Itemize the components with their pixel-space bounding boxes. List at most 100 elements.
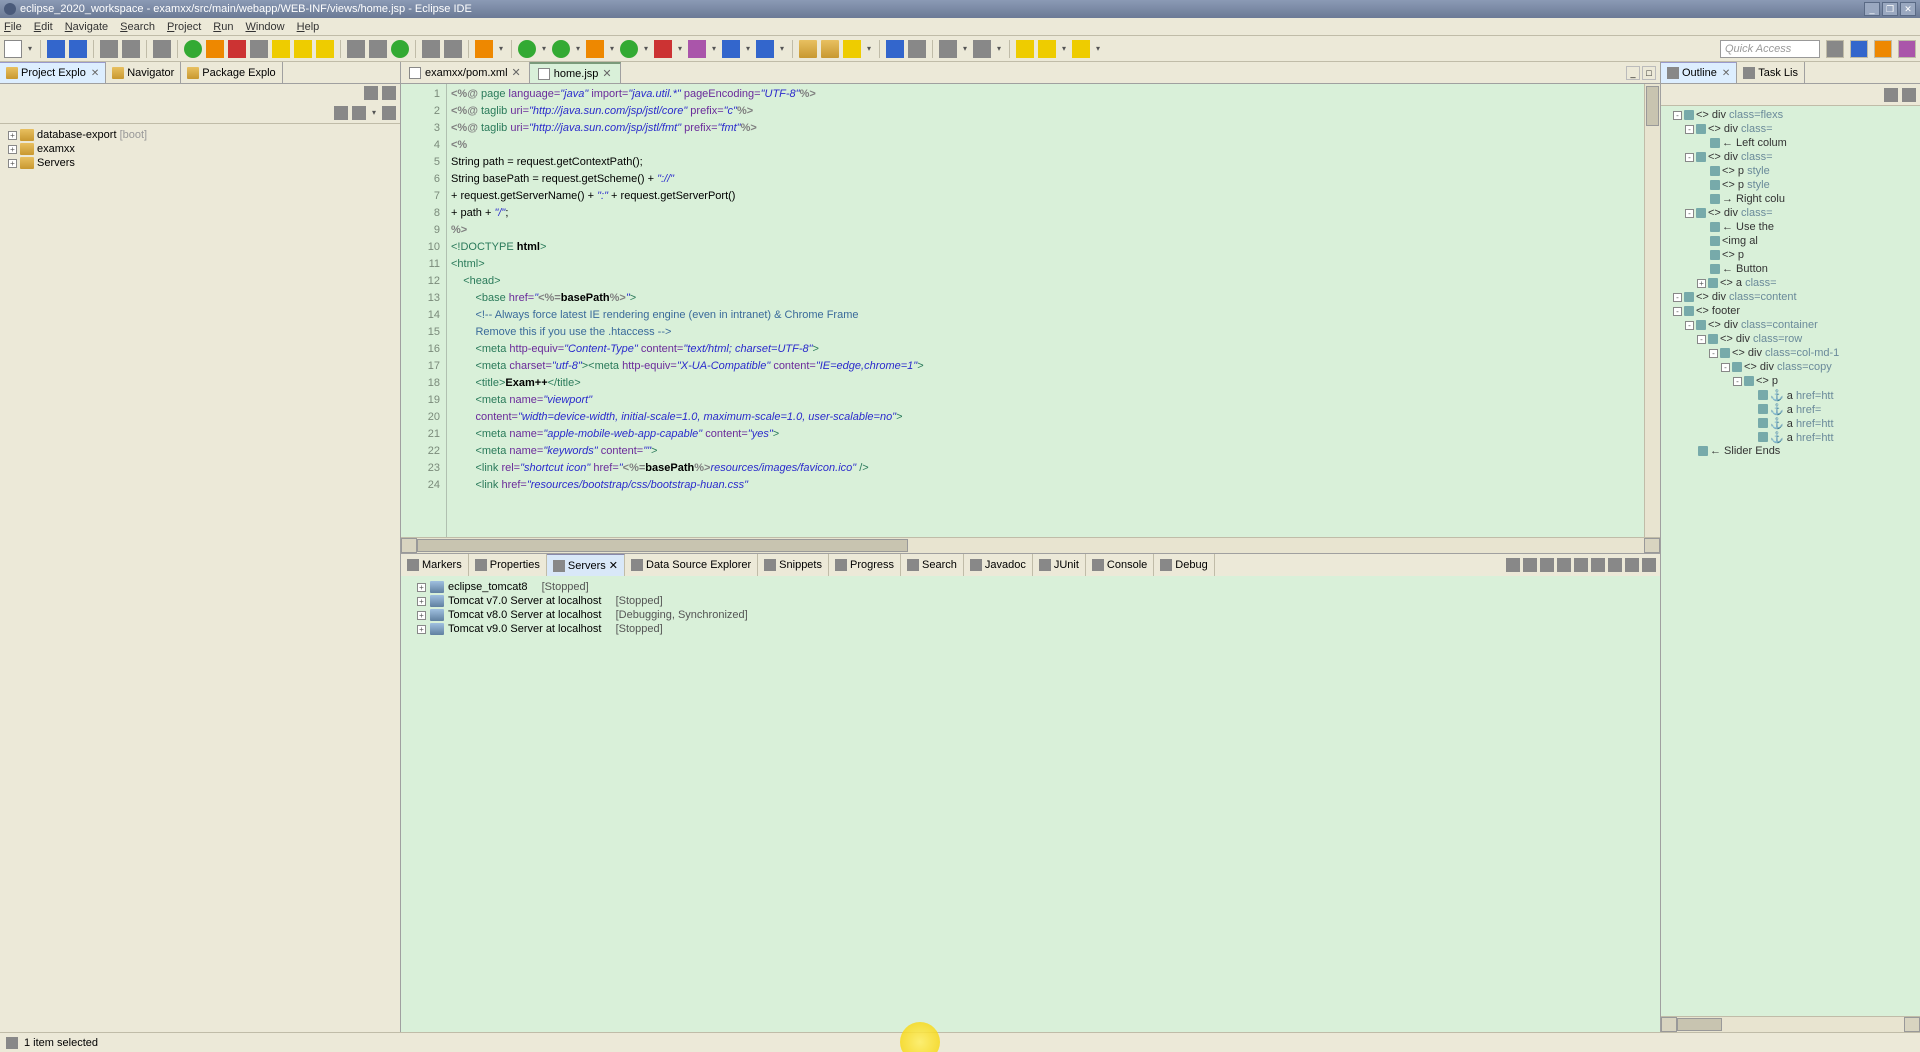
outline-item[interactable]: <img al (1663, 234, 1918, 248)
outline-item[interactable]: -<> p (1663, 374, 1918, 388)
use-step-filters-button[interactable] (369, 40, 387, 58)
coverage-button[interactable] (586, 40, 604, 58)
close-icon[interactable]: ✕ (512, 66, 521, 79)
outline-item[interactable]: → Right colu (1663, 192, 1918, 206)
editor-min-button[interactable]: _ (1626, 66, 1640, 80)
menu-run[interactable]: Run (213, 21, 233, 33)
terminate-button[interactable] (228, 40, 246, 58)
editor-tab[interactable]: home.jsp✕ (530, 62, 621, 83)
open-task-button[interactable] (821, 40, 839, 58)
outline-item[interactable]: ← Slider Ends (1663, 444, 1918, 458)
expand-icon[interactable]: - (1697, 335, 1706, 344)
server-item[interactable]: +eclipse_tomcat8 [Stopped] (405, 580, 1656, 594)
bottom-tab-snippets[interactable]: Snippets (758, 554, 829, 576)
expand-icon[interactable]: + (417, 597, 426, 606)
expand-icon[interactable]: + (417, 611, 426, 620)
resume-button[interactable] (184, 40, 202, 58)
expand-icon[interactable]: - (1721, 363, 1730, 372)
outline-item[interactable]: <> p style (1663, 164, 1918, 178)
view-tab-task lis[interactable]: Task Lis (1737, 62, 1805, 83)
outline-hscroll[interactable] (1661, 1016, 1920, 1032)
close-icon[interactable]: ✕ (91, 68, 99, 79)
new-class-button[interactable] (722, 40, 740, 58)
expand-icon[interactable]: + (8, 159, 17, 168)
outline-item[interactable]: ⚓ a href=htt (1663, 416, 1918, 430)
expand-icon[interactable]: + (417, 583, 426, 592)
maximize-button[interactable]: ❐ (1882, 2, 1898, 16)
bottom-tab-progress[interactable]: Progress (829, 554, 901, 576)
expand-icon[interactable]: - (1673, 307, 1682, 316)
expand-icon[interactable]: - (1709, 349, 1718, 358)
menu-edit[interactable]: Edit (34, 21, 53, 33)
view-tab-navigator[interactable]: Navigator (106, 62, 181, 83)
outline-item[interactable]: ← Left colum (1663, 136, 1918, 150)
debug-button[interactable] (518, 40, 536, 58)
new-button[interactable] (4, 40, 22, 58)
editor-tab[interactable]: examxx/pom.xml✕ (401, 62, 530, 83)
maximize-view-icon[interactable] (382, 86, 396, 100)
quick-access-input[interactable]: Quick Access (1720, 40, 1820, 58)
last-edit-button[interactable] (1072, 40, 1090, 58)
bottom-tab-javadoc[interactable]: Javadoc (964, 554, 1033, 576)
annotation-prev-button[interactable] (939, 40, 957, 58)
forward-button[interactable] (1038, 40, 1056, 58)
project-item[interactable]: +database-export [boot] (4, 128, 396, 142)
outline-item[interactable]: -<> div class=row (1663, 332, 1918, 346)
project-item[interactable]: +examxx (4, 142, 396, 156)
expand-icon[interactable]: - (1685, 321, 1694, 330)
close-icon[interactable]: ✕ (609, 559, 618, 572)
filter-dropdown[interactable]: ▾ (370, 104, 378, 122)
expand-icon[interactable]: - (1685, 209, 1694, 218)
stop-button[interactable] (654, 40, 672, 58)
back-button[interactable] (1016, 40, 1034, 58)
outline-item[interactable]: -<> div class=col-md-1 (1663, 346, 1918, 360)
server-max-button[interactable] (1642, 558, 1656, 572)
skip-breakpoints-button[interactable] (422, 40, 440, 58)
close-icon[interactable]: ✕ (602, 67, 611, 80)
outline-item[interactable]: +<> a class= (1663, 276, 1918, 290)
step-over-button[interactable] (294, 40, 312, 58)
server-item[interactable]: +Tomcat v7.0 Server at localhost [Stoppe… (405, 594, 1656, 608)
build-button[interactable] (122, 40, 140, 58)
outline-item[interactable]: ← Use the (1663, 220, 1918, 234)
expand-icon[interactable]: + (8, 145, 17, 154)
expand-icon[interactable]: - (1685, 153, 1694, 162)
outline-menu-icon[interactable] (1902, 88, 1916, 102)
bottom-tab-junit[interactable]: JUnit (1033, 554, 1086, 576)
open-perspective-button[interactable] (1826, 40, 1844, 58)
outline-item[interactable]: ⚓ a href=htt (1663, 430, 1918, 444)
server-clean-button[interactable] (1608, 558, 1622, 572)
menu-help[interactable]: Help (297, 21, 320, 33)
editor-hscrollbar[interactable] (401, 537, 1660, 553)
menu-project[interactable]: Project (167, 21, 201, 33)
close-button[interactable]: ✕ (1900, 2, 1916, 16)
outline-item[interactable]: <> p (1663, 248, 1918, 262)
outline-item[interactable]: ⚓ a href=htt (1663, 388, 1918, 402)
outline-item[interactable]: -<> div class=copy (1663, 360, 1918, 374)
menu-file[interactable]: File (4, 21, 22, 33)
expand-icon[interactable]: + (8, 131, 17, 140)
bottom-tab-data-source-explorer[interactable]: Data Source Explorer (625, 554, 758, 576)
server-min-button[interactable] (1625, 558, 1639, 572)
view-menu-icon[interactable] (382, 106, 396, 120)
annotation-next-button[interactable] (973, 40, 991, 58)
server-profile-button[interactable] (1557, 558, 1571, 572)
view-tab-outline[interactable]: Outline✕ (1661, 62, 1737, 83)
minimize-view-icon[interactable] (364, 86, 378, 100)
expand-icon[interactable]: + (417, 625, 426, 634)
editor-vscrollbar[interactable] (1644, 84, 1660, 537)
menu-navigate[interactable]: Navigate (65, 21, 108, 33)
outline-item[interactable]: -<> div class=flexs (1663, 108, 1918, 122)
menu-window[interactable]: Window (245, 21, 284, 33)
javaee-perspective-button[interactable] (1898, 40, 1916, 58)
step-into-button[interactable] (272, 40, 290, 58)
close-icon[interactable]: ✕ (1722, 68, 1730, 79)
outline-item[interactable]: -<> div class=container (1663, 318, 1918, 332)
server-item[interactable]: +Tomcat v9.0 Server at localhost [Stoppe… (405, 622, 1656, 636)
link-button[interactable] (444, 40, 462, 58)
server-publish-button[interactable] (1591, 558, 1605, 572)
bottom-tab-search[interactable]: Search (901, 554, 964, 576)
outline-item[interactable]: -<> div class= (1663, 150, 1918, 164)
expand-icon[interactable]: - (1673, 111, 1682, 120)
collapse-all-icon[interactable] (334, 106, 348, 120)
